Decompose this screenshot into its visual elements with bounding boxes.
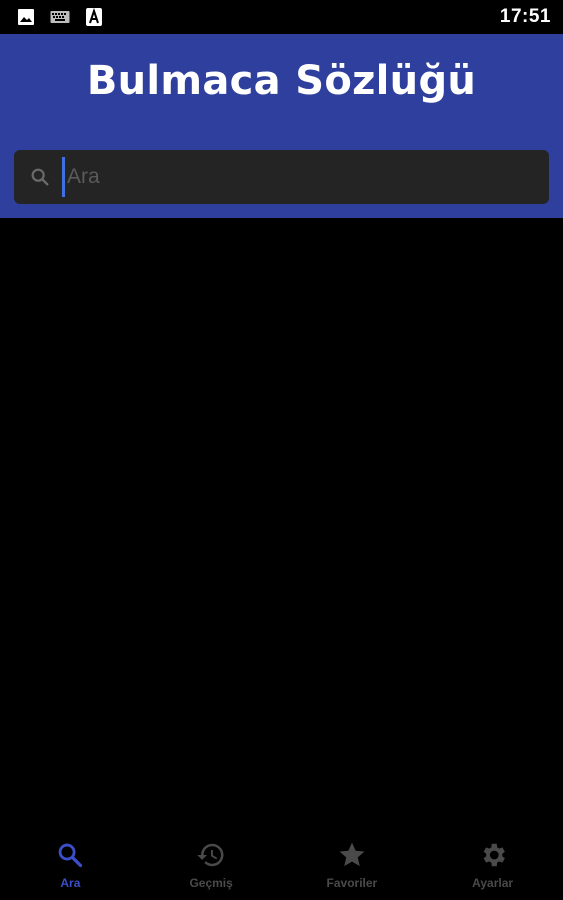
nav-label-favorites: Favoriler [326, 876, 378, 890]
keyboard-icon [50, 7, 70, 27]
star-icon [337, 840, 367, 870]
nav-item-search[interactable]: Ara [0, 828, 141, 900]
app-title: Bulmaca Sözlüğü [86, 58, 477, 104]
search-icon [55, 840, 85, 870]
app-header: Bulmaca Sözlüğü [0, 34, 563, 218]
nav-item-favorites[interactable]: Favoriler [282, 828, 423, 900]
app-screen: 17:51 Bulmaca Sözlüğü Ara Ara Geçmiş Fav… [0, 0, 563, 900]
status-time: 17:51 [499, 6, 551, 27]
status-bar: 17:51 [0, 0, 563, 34]
history-icon [196, 840, 226, 870]
status-icons [16, 7, 104, 27]
search-input[interactable] [62, 157, 549, 197]
nav-label-history: Geçmiş [189, 876, 233, 890]
search-icon [28, 165, 52, 189]
nav-item-settings[interactable]: Ayarlar [422, 828, 563, 900]
bottom-nav: Ara Geçmiş Favoriler Ayarlar [0, 828, 563, 900]
gear-icon [478, 840, 508, 870]
nav-label-settings: Ayarlar [472, 876, 514, 890]
search-bar[interactable] [14, 150, 549, 204]
font-icon [84, 7, 104, 27]
image-icon [16, 7, 36, 27]
nav-item-history[interactable]: Geçmiş [141, 828, 282, 900]
nav-label-search: Ara [60, 876, 81, 890]
